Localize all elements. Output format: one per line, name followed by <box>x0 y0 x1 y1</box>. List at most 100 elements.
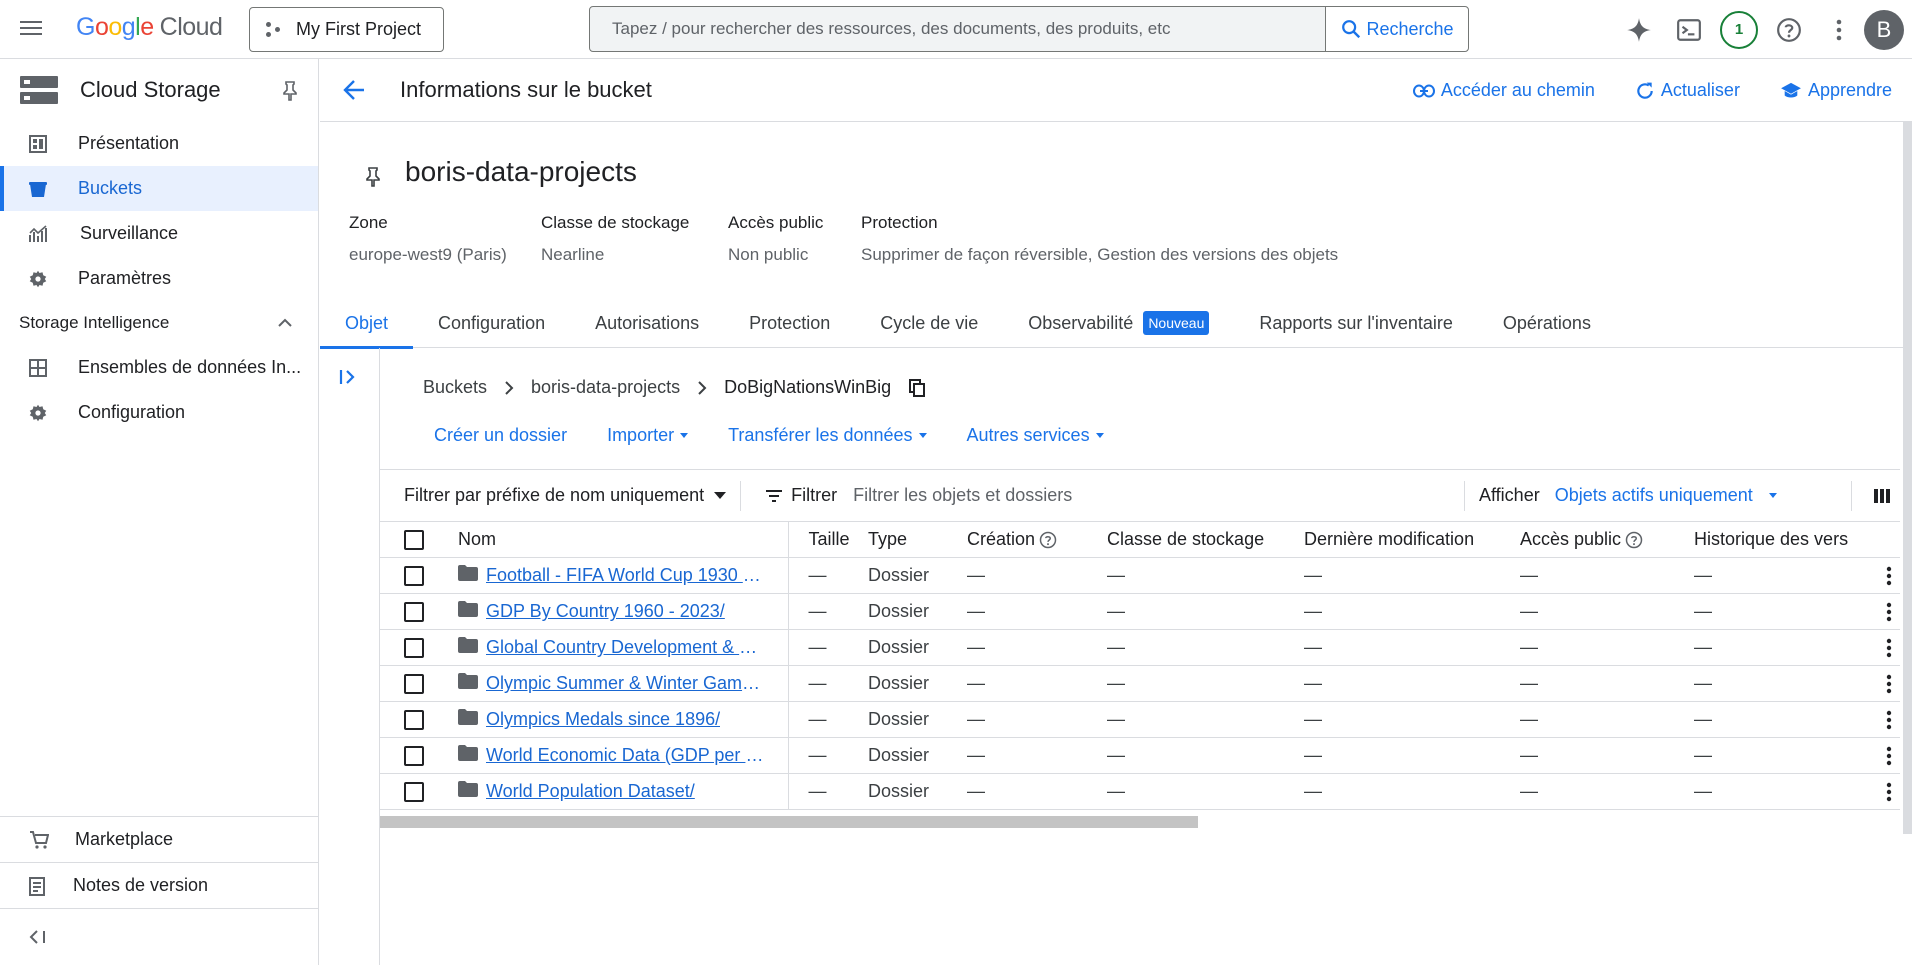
folder-link[interactable]: World Economic Data (GDP per ca... <box>486 745 766 766</box>
search-button[interactable]: Recherche <box>1325 7 1468 51</box>
pin-icon[interactable] <box>282 81 298 101</box>
project-selector-button[interactable]: My First Project <box>249 7 444 52</box>
more-options-icon[interactable] <box>1814 5 1864 55</box>
row-checkbox[interactable] <box>404 710 424 731</box>
folder-link[interactable]: Olympic Summer & Winter Games ... <box>486 673 766 694</box>
row-menu-icon[interactable] <box>1886 566 1892 591</box>
row-menu-icon[interactable] <box>1886 710 1892 735</box>
tab-rapports-inventaire[interactable]: Rapports sur l'inventaire <box>1234 298 1478 348</box>
row-menu-icon[interactable] <box>1886 746 1892 771</box>
avatar[interactable]: B <box>1864 9 1904 50</box>
sidebar-item-parametres[interactable]: Paramètres <box>0 256 318 301</box>
notifications-badge[interactable]: 1 <box>1714 5 1764 55</box>
transfer-data-button[interactable]: Transférer les données <box>728 425 927 446</box>
help-icon[interactable] <box>1764 5 1814 55</box>
tab-protection[interactable]: Protection <box>724 298 855 348</box>
prop-key: Protection <box>861 213 938 232</box>
table-row[interactable]: Olympic Summer & Winter Games ... — Dossie… <box>380 665 1900 702</box>
breadcrumb-bucket[interactable]: boris-data-projects <box>531 377 680 398</box>
table-row[interactable]: Global Country Development & Pro... — Doss… <box>380 629 1900 666</box>
go-to-path-button[interactable]: Accéder au chemin <box>1412 80 1595 101</box>
select-all-checkbox[interactable] <box>404 530 424 551</box>
column-display-button[interactable] <box>1851 480 1890 511</box>
caret-down-icon <box>1768 493 1777 498</box>
modified-cell: — <box>1304 737 1520 774</box>
history-cell: — <box>1694 665 1900 702</box>
col-classe-stockage[interactable]: Classe de stockage <box>1107 521 1304 558</box>
tab-observabilite[interactable]: Observabilité Nouveau <box>1003 298 1234 348</box>
go-to-path-label: Accéder au chemin <box>1440 80 1595 100</box>
row-menu-icon[interactable] <box>1886 602 1892 627</box>
copy-icon[interactable] <box>909 378 926 397</box>
google-cloud-logo[interactable]: Google Cloud <box>76 13 223 42</box>
import-button[interactable]: Importer <box>607 425 689 446</box>
prop-value: Supprimer de façon réversible, Gestion d… <box>861 245 1339 264</box>
row-checkbox[interactable] <box>404 638 424 659</box>
table-row[interactable]: World Population Dataset/— Dossier — — — — — <box>380 773 1900 810</box>
sidebar-item-configuration[interactable]: Configuration <box>0 390 318 435</box>
tab-autorisations[interactable]: Autorisations <box>570 298 724 348</box>
folder-link[interactable]: Olympics Medals since 1896/ <box>486 709 720 730</box>
tab-cycle-de-vie[interactable]: Cycle de vie <box>855 298 1003 348</box>
breadcrumb-buckets[interactable]: Buckets <box>423 377 487 398</box>
search-input[interactable]: Tapez / pour rechercher des ressources, … <box>590 7 1325 51</box>
breadcrumb-current-folder: DoBigNationsWinBig <box>724 377 892 397</box>
sidebar-item-buckets[interactable]: Buckets <box>0 166 318 211</box>
table-row[interactable]: GDP By Country 1960 - 2023/— Dossier — — — — — <box>380 593 1900 630</box>
section-label: Storage Intelligence <box>19 313 170 332</box>
sidebar-item-surveillance[interactable]: Surveillance <box>0 211 318 256</box>
col-derniere-modification[interactable]: Dernière modification <box>1304 521 1520 558</box>
row-checkbox[interactable] <box>404 566 424 587</box>
row-menu-icon[interactable] <box>1886 638 1892 663</box>
pin-bucket-icon[interactable] <box>365 167 381 187</box>
folder-icon <box>458 673 478 694</box>
tab-operations[interactable]: Opérations <box>1478 298 1616 348</box>
folder-link[interactable]: World Population Dataset/ <box>486 781 695 802</box>
col-historique-versions[interactable]: Historique des vers <box>1694 521 1900 558</box>
storage-intelligence-section[interactable]: Storage Intelligence <box>0 301 318 345</box>
help-icon[interactable] <box>1625 531 1643 549</box>
col-creation[interactable]: Création <box>967 521 1107 558</box>
vertical-scrollbar[interactable] <box>1903 122 1912 834</box>
other-services-button[interactable]: Autres services <box>967 425 1104 446</box>
row-checkbox[interactable] <box>404 674 424 695</box>
col-acces-public[interactable]: Accès public <box>1520 521 1694 558</box>
col-type[interactable]: Type <box>868 521 967 558</box>
back-arrow-icon[interactable] <box>342 78 366 102</box>
sidebar-item-release-notes[interactable]: Notes de version <box>0 862 318 908</box>
tab-configuration[interactable]: Configuration <box>413 298 570 348</box>
learn-button[interactable]: Apprendre <box>1780 80 1892 101</box>
sidebar-item-marketplace[interactable]: Marketplace <box>0 816 318 862</box>
sidebar-item-presentation[interactable]: Présentation <box>0 121 318 166</box>
refresh-button[interactable]: Actualiser <box>1635 80 1740 101</box>
folder-link[interactable]: GDP By Country 1960 - 2023/ <box>486 601 725 622</box>
row-menu-icon[interactable] <box>1886 782 1892 807</box>
col-taille[interactable]: Taille <box>788 521 868 558</box>
size-cell: — <box>788 737 868 774</box>
table-row[interactable]: World Economic Data (GDP per ca... — Dossi… <box>380 737 1900 774</box>
col-nom[interactable]: Nom <box>458 521 789 558</box>
tab-objet[interactable]: Objet <box>320 298 414 349</box>
table-row[interactable]: Olympics Medals since 1896/— Dossier — — — — — <box>380 701 1900 738</box>
modified-cell: — <box>1304 557 1520 594</box>
folder-link[interactable]: Football - FIFA World Cup 1930 - 2... <box>486 565 766 586</box>
create-folder-button[interactable]: Créer un dossier <box>434 425 567 446</box>
sidebar-item-datasets[interactable]: Ensembles de données In... <box>0 345 318 390</box>
row-checkbox[interactable] <box>404 782 424 803</box>
gemini-icon[interactable] <box>1614 5 1664 55</box>
row-checkbox[interactable] <box>404 602 424 623</box>
show-dropdown[interactable]: Objets actifs uniquement <box>1555 485 1777 506</box>
main-menu-icon[interactable] <box>20 17 46 41</box>
prefix-filter-dropdown[interactable]: Filtrer par préfixe de nom uniquement <box>404 480 742 511</box>
filter-input[interactable]: Filtrer les objets et dossiers <box>853 485 1453 506</box>
folder-link[interactable]: Global Country Development & Pro... <box>486 637 766 658</box>
cloud-shell-icon[interactable] <box>1664 5 1714 55</box>
table-row[interactable]: Football - FIFA World Cup 1930 - 2... — Do… <box>380 557 1900 594</box>
row-menu-icon[interactable] <box>1886 674 1892 699</box>
help-icon[interactable] <box>1039 531 1057 549</box>
collapse-sidebar-icon[interactable] <box>29 930 47 944</box>
expand-panel-icon[interactable] <box>339 368 357 386</box>
row-checkbox[interactable] <box>404 746 424 767</box>
folder-tree-rail <box>320 348 380 965</box>
horizontal-scrollbar[interactable] <box>380 816 1198 828</box>
